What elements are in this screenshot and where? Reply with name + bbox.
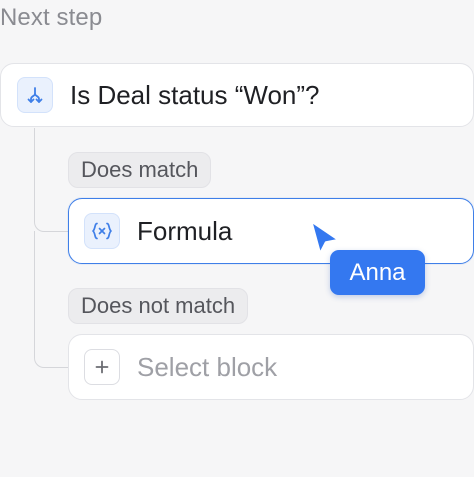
select-block-label: Select block [137,351,278,382]
section-title: Next step [0,4,103,31]
tree-connector-no-match [34,231,69,368]
tree-connector-match [34,128,69,232]
does-not-match-label: Does not match [68,288,249,324]
formula-label: Formula [137,215,233,246]
formula-icon [84,213,120,249]
condition-block[interactable]: Is Deal status “Won”? [0,63,474,127]
does-match-label: Does match [68,152,212,188]
plus-icon [84,349,120,385]
branch-icon [17,77,53,113]
select-block-button[interactable]: Select block [68,334,474,400]
collaborator-name-tag: Anna [330,250,425,295]
next-step-panel: Next step Is Deal status “Won”? Does mat… [0,0,474,477]
condition-label: Is Deal status “Won”? [70,79,320,110]
